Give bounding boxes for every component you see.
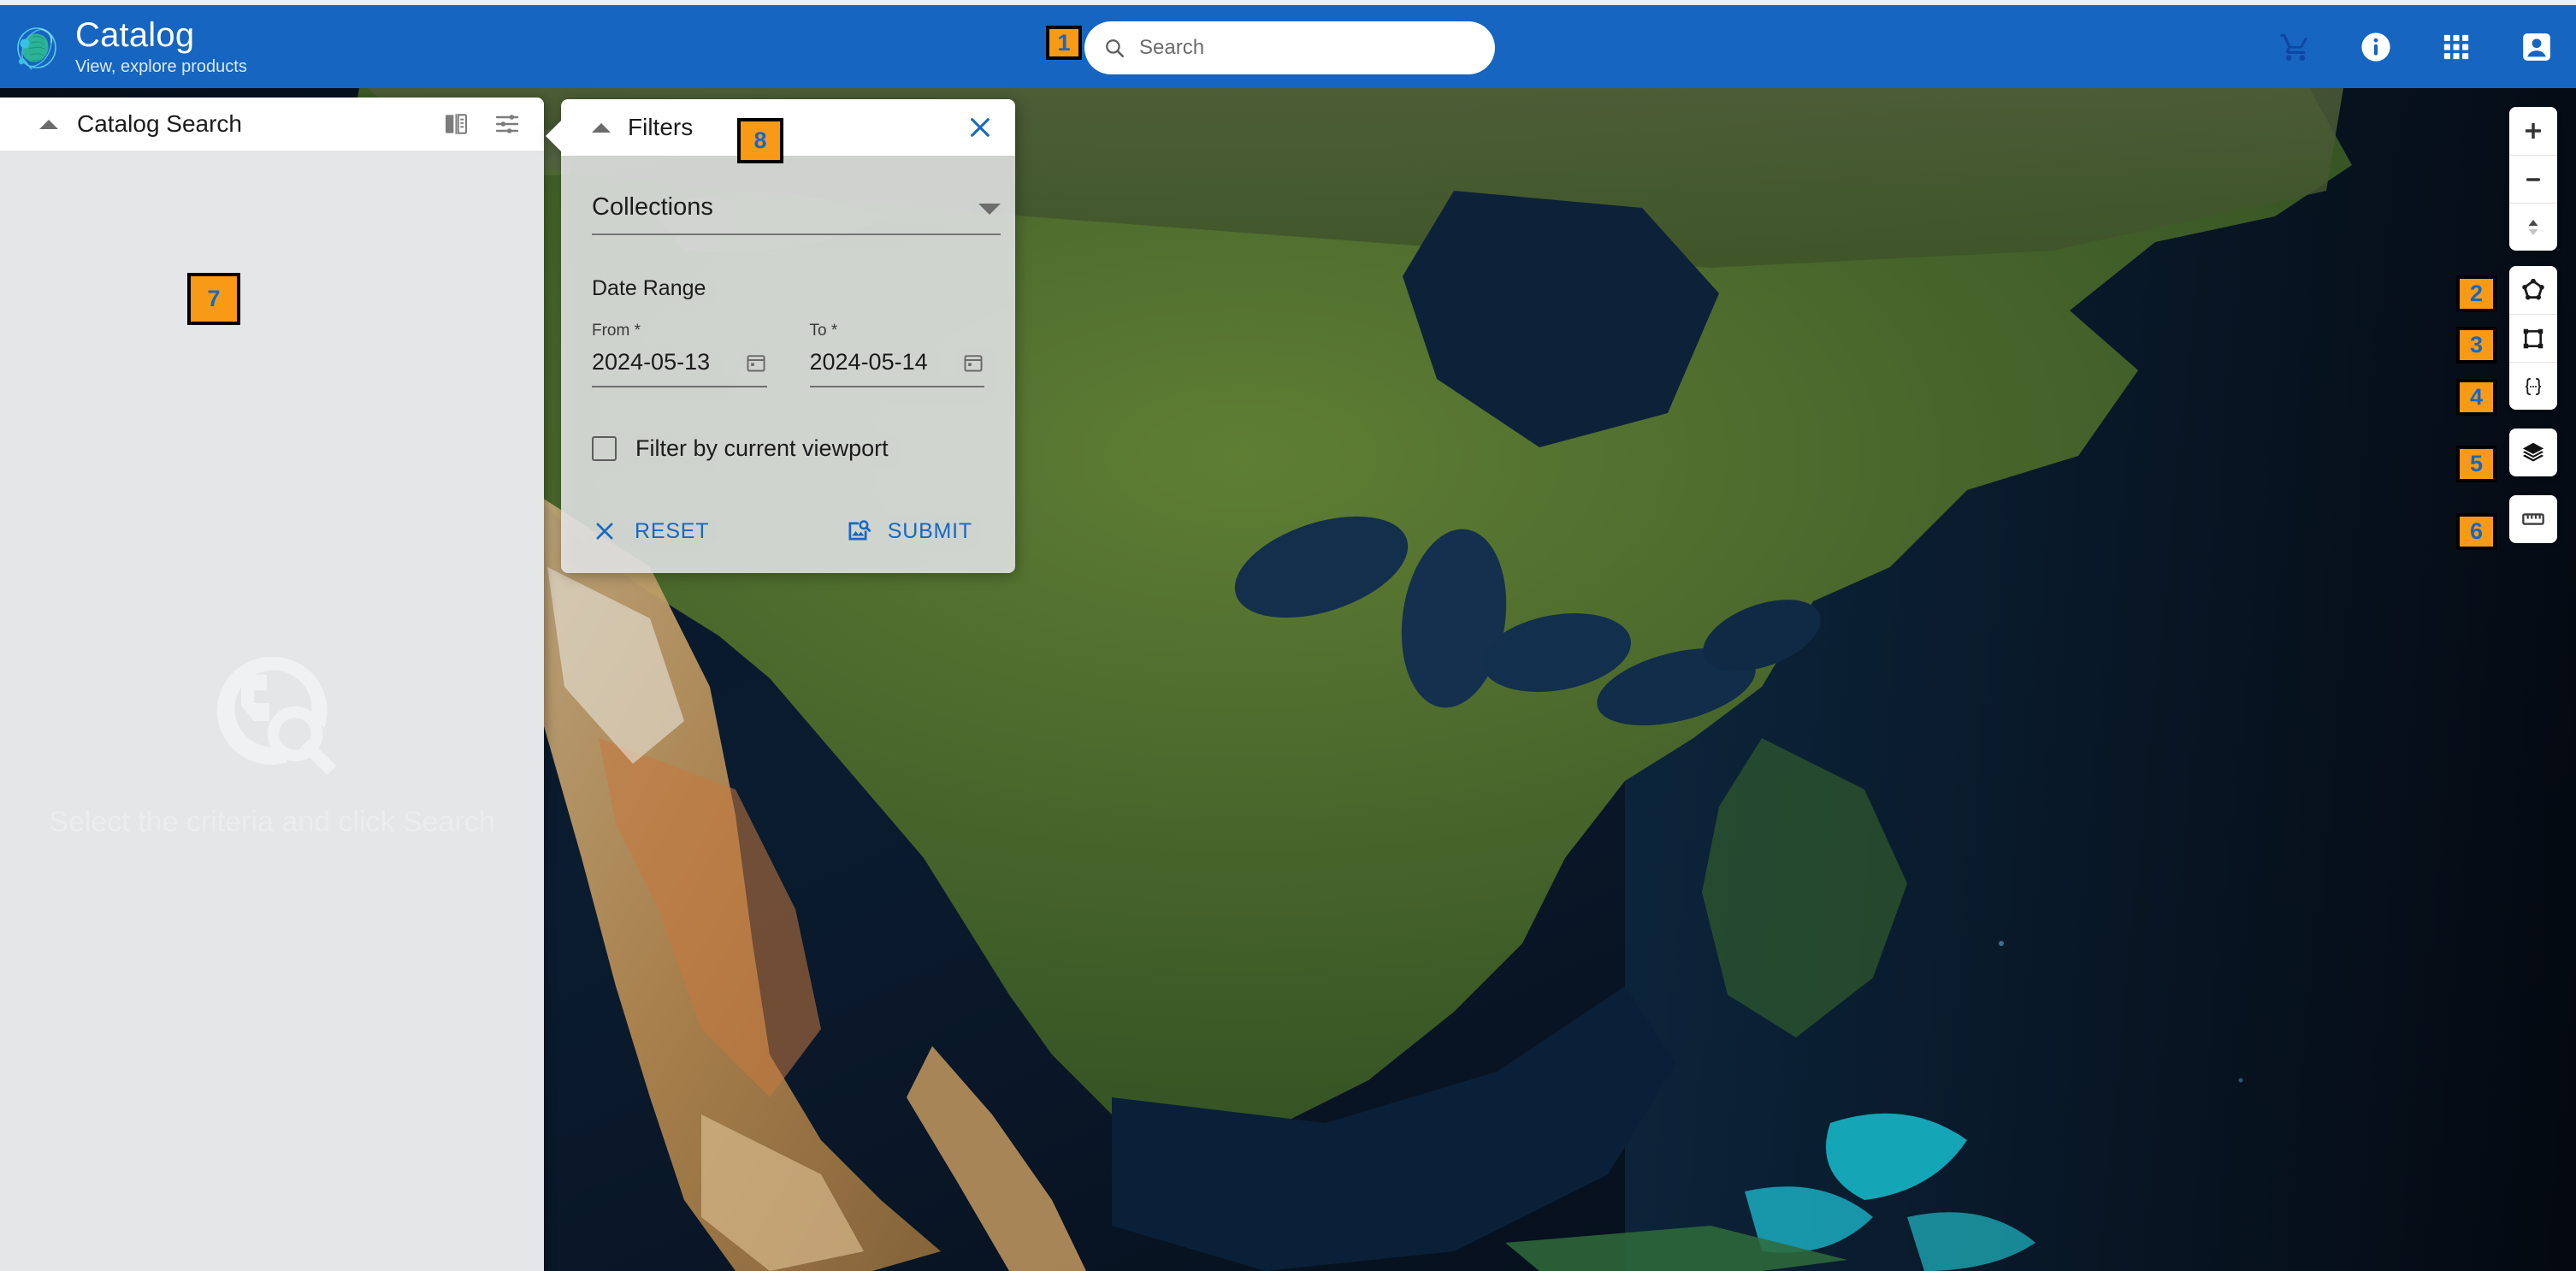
close-x-icon [592,518,617,544]
apps-grid-icon[interactable] [2439,30,2473,64]
chevron-down-icon[interactable] [978,204,1001,215]
search-placeholder: Search [1139,36,1205,59]
tilt-arrows-icon[interactable] [2509,203,2557,251]
zoom-control-group [2509,107,2557,251]
date-range-label: Date Range [592,276,706,300]
caret-up-icon[interactable] [39,119,58,129]
calendar-icon[interactable] [962,352,984,374]
info-circle-icon[interactable] [2359,30,2393,64]
date-to-field: To * 2024-05-14 [809,322,984,387]
calendar-icon[interactable] [745,352,767,374]
filters-dialog: Filters Collections Date Range From * 20… [546,99,1015,573]
annotation-badge-1: 1 [1046,26,1082,60]
filters-footer: RESET SUBMIT [592,518,984,573]
app-title: Catalog [75,16,195,54]
collections-label: Collections [592,193,713,221]
filters-body: Collections Date Range From * 2024-05-13 [561,156,1015,573]
submit-button[interactable]: SUBMIT [845,518,972,544]
globe-search-icon [208,647,337,776]
date-to-value: 2024-05-14 [809,349,928,375]
tune-sliders-icon[interactable] [493,109,522,139]
globe-orbit-logo [9,20,63,74]
brand-text: Catalog View, explore products [75,18,247,75]
date-from-input[interactable]: 2024-05-13 [592,349,767,387]
catalog-search-title: Catalog Search [77,110,243,137]
map-controls [2509,107,2557,543]
annotation-badge-6: 6 [2456,513,2496,550]
search-area: Search [1084,21,1495,74]
close-x-icon[interactable] [964,111,996,144]
header-actions [2278,5,2554,88]
draw-tools-group [2509,266,2557,410]
submit-label: SUBMIT [887,518,972,543]
reset-label: RESET [635,518,710,543]
date-from-field: From * 2024-05-13 [592,322,767,387]
catalog-search-header[interactable]: Catalog Search [0,98,544,151]
filters-title: Filters [628,114,694,140]
image-search-icon [845,518,871,544]
app-header: Catalog View, explore products Search [0,5,2576,88]
dialog-pointer-notch [546,120,562,152]
date-range-row: From * 2024-05-13 To * 2024-05-14 [592,322,984,387]
bounding-box-icon[interactable] [2509,314,2557,362]
account-box-icon[interactable] [2520,30,2554,64]
catalog-search-panel: Catalog Search Select the criteria and c… [0,98,544,1271]
empty-state-text: Select the criteria and click Search [49,806,495,838]
layers-stack-icon[interactable] [2509,429,2557,476]
reset-button[interactable]: RESET [592,518,709,544]
search-input[interactable]: Search [1084,21,1495,74]
shopping-cart-icon[interactable] [2278,30,2313,64]
measure-group [2509,495,2557,543]
catalog-search-body: Select the criteria and click Search [0,151,544,1271]
curly-braces-icon[interactable] [2509,362,2557,410]
search-icon [1103,37,1126,59]
date-to-input[interactable]: 2024-05-14 [809,349,984,387]
compare-split-icon[interactable] [441,109,470,139]
zoom-in-button[interactable] [2509,107,2557,155]
date-from-value: 2024-05-13 [592,349,711,375]
caret-up-icon[interactable] [592,122,611,133]
annotation-badge-8: 8 [737,118,783,163]
date-to-label: To * [809,322,838,340]
layers-group [2509,429,2557,476]
brand: Catalog View, explore products [0,18,247,75]
polygon-draw-icon[interactable] [2509,266,2557,314]
date-from-label: From * [592,322,641,340]
annotation-badge-3: 3 [2456,327,2496,364]
catalog-app: Catalog View, explore products Search Ca… [0,0,2576,1271]
catalog-search-tools [441,109,522,139]
annotation-badge-7: 7 [187,273,240,325]
annotation-badge-2: 2 [2456,275,2496,312]
ruler-icon[interactable] [2509,495,2557,543]
filters-header[interactable]: Filters [561,99,1015,156]
annotation-badge-5: 5 [2456,446,2496,482]
app-subtitle: View, explore products [75,57,247,76]
annotation-badge-4: 4 [2456,379,2496,416]
viewport-filter-row[interactable]: Filter by current viewport [592,435,984,462]
viewport-filter-label: Filter by current viewport [635,435,889,461]
empty-state: Select the criteria and click Search [0,647,544,839]
zoom-out-button[interactable] [2509,155,2557,203]
collections-select[interactable]: Collections [592,193,1001,235]
viewport-filter-checkbox[interactable] [592,436,617,461]
